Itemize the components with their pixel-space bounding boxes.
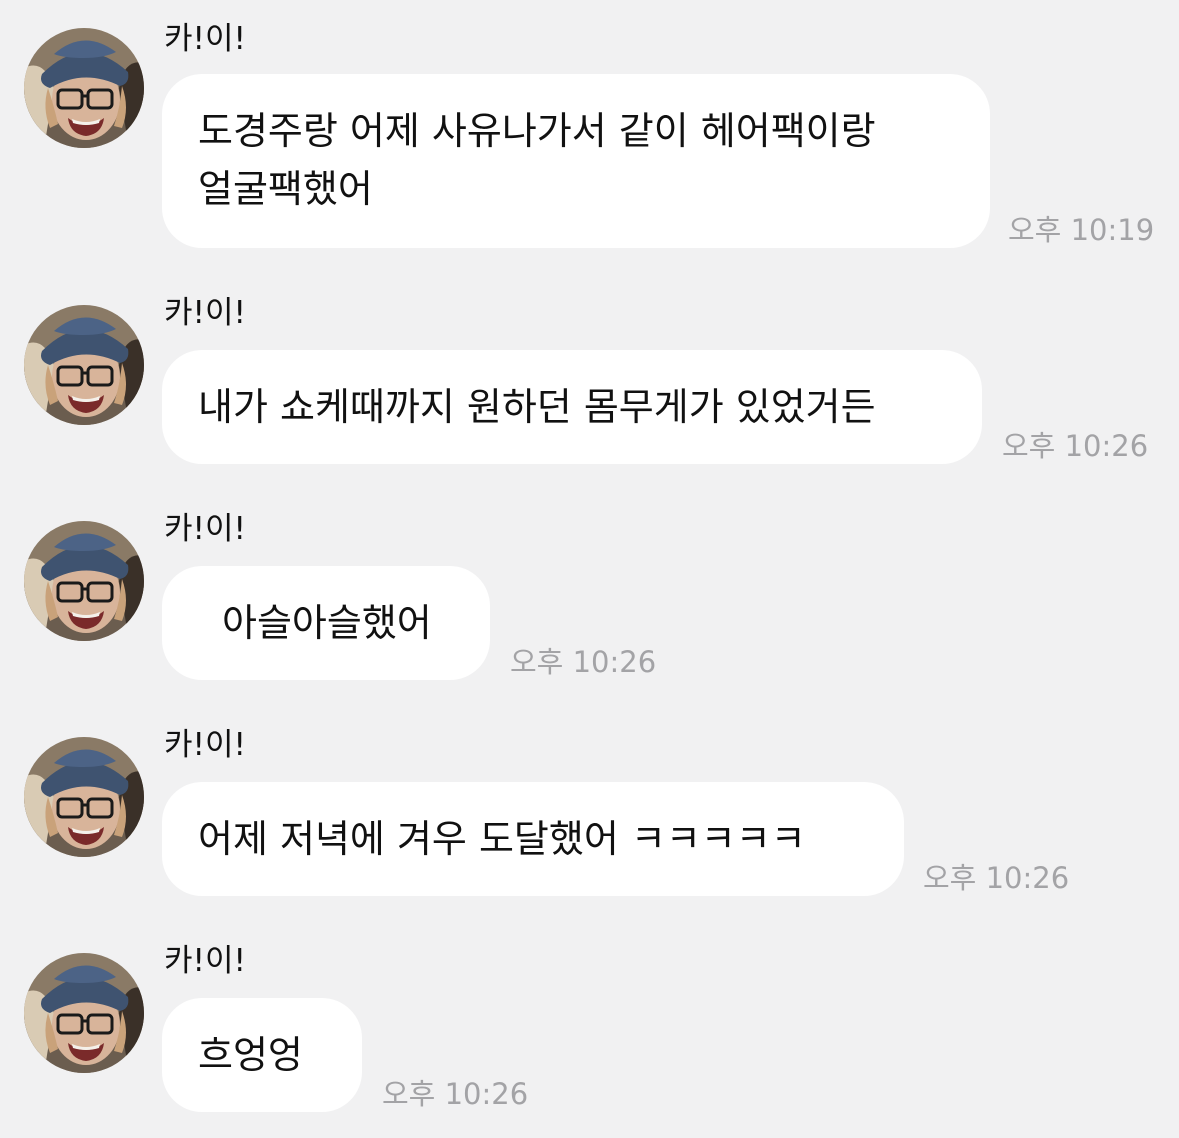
message-text-line: 얼굴팩했어 — [198, 167, 373, 211]
avatar-image — [24, 305, 144, 425]
message-text-line: 흐엉엉 — [198, 1033, 303, 1077]
avatar-image — [24, 953, 144, 1073]
message-bubble[interactable]: 어제 저녁에 겨우 도달했어 ㅋㅋㅋㅋㅋ — [162, 782, 904, 896]
sender-name: 카!이! — [164, 511, 246, 547]
sender-name: 카!이! — [164, 943, 246, 979]
avatar[interactable] — [24, 953, 144, 1073]
message-timestamp: 오후 10:26 — [923, 861, 1070, 895]
message-timestamp: 오후 10:26 — [382, 1077, 529, 1111]
message-text-line: 도경주랑 어제 사유나가서 같이 헤어팩이랑 — [198, 109, 876, 153]
avatar[interactable] — [24, 737, 144, 857]
message-bubble[interactable]: 내가 쇼케때까지 원하던 몸무게가 있었거든 — [162, 350, 982, 464]
avatar-image — [24, 28, 144, 148]
message-timestamp: 오후 10:19 — [1008, 213, 1155, 247]
sender-name: 카!이! — [164, 295, 246, 331]
message-bubble[interactable]: 도경주랑 어제 사유나가서 같이 헤어팩이랑 얼굴팩했어 — [162, 74, 990, 248]
message-timestamp: 오후 10:26 — [510, 645, 657, 679]
avatar-image — [24, 737, 144, 857]
avatar[interactable] — [24, 305, 144, 425]
message-text-line: 내가 쇼케때까지 원하던 몸무게가 있었거든 — [198, 385, 876, 429]
avatar[interactable] — [24, 521, 144, 641]
avatar[interactable] — [24, 28, 144, 148]
message-text-line: 어제 저녁에 겨우 도달했어 ㅋㅋㅋㅋㅋ — [198, 817, 806, 861]
message-bubble[interactable]: 아슬아슬했어 — [162, 566, 490, 680]
sender-name: 카!이! — [164, 727, 246, 763]
message-timestamp: 오후 10:26 — [1002, 429, 1149, 463]
sender-name: 카!이! — [164, 21, 246, 57]
avatar-image — [24, 521, 144, 641]
message-text-line: 아슬아슬했어 — [222, 601, 432, 645]
message-bubble[interactable]: 흐엉엉 — [162, 998, 362, 1112]
